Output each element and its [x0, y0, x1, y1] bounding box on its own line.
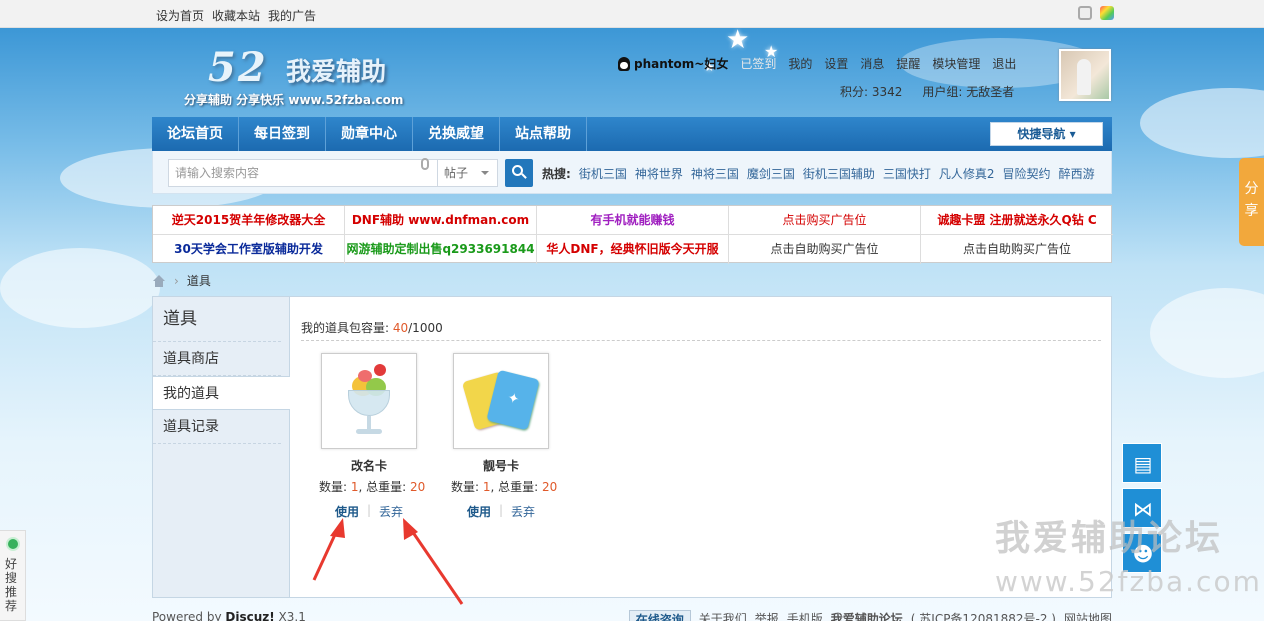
haosou-recommend[interactable]: 好搜推荐	[0, 530, 26, 621]
watermark-title: 我爱辅助论坛	[995, 519, 1224, 559]
red-arrow-icon	[312, 518, 345, 581]
footer-link[interactable]: ( 苏ICP备12081882号-2 )	[911, 610, 1056, 621]
share-label: 分享	[1244, 181, 1259, 219]
footer-link[interactable]: 我爱辅助论坛	[831, 610, 903, 621]
watermark-url: www.52fzba.com	[995, 565, 1262, 598]
footer-link[interactable]: 举报	[755, 610, 779, 621]
notes-icon: ▤	[1133, 452, 1153, 476]
footer-link[interactable]: 关于我们	[699, 610, 747, 621]
footer-link[interactable]: 手机版	[787, 610, 823, 621]
red-arrow-icon	[403, 518, 464, 605]
haosou-icon	[6, 537, 20, 551]
share-tab[interactable]: 分享	[1239, 158, 1264, 246]
powered-by: Powered by Discuz! X3.1	[152, 610, 306, 621]
discuz-link[interactable]: Discuz!	[225, 610, 274, 621]
footer-link[interactable]: 网站地图	[1064, 610, 1112, 621]
haosou-label: 好搜推荐	[5, 557, 18, 613]
notes-button[interactable]: ▤	[1122, 443, 1162, 483]
footer-links: 在线咨询 关于我们 举报 手机版 我爱辅助论坛 ( 苏ICP备12081882号…	[628, 610, 1112, 621]
online-consult-button[interactable]: 在线咨询	[628, 610, 691, 621]
